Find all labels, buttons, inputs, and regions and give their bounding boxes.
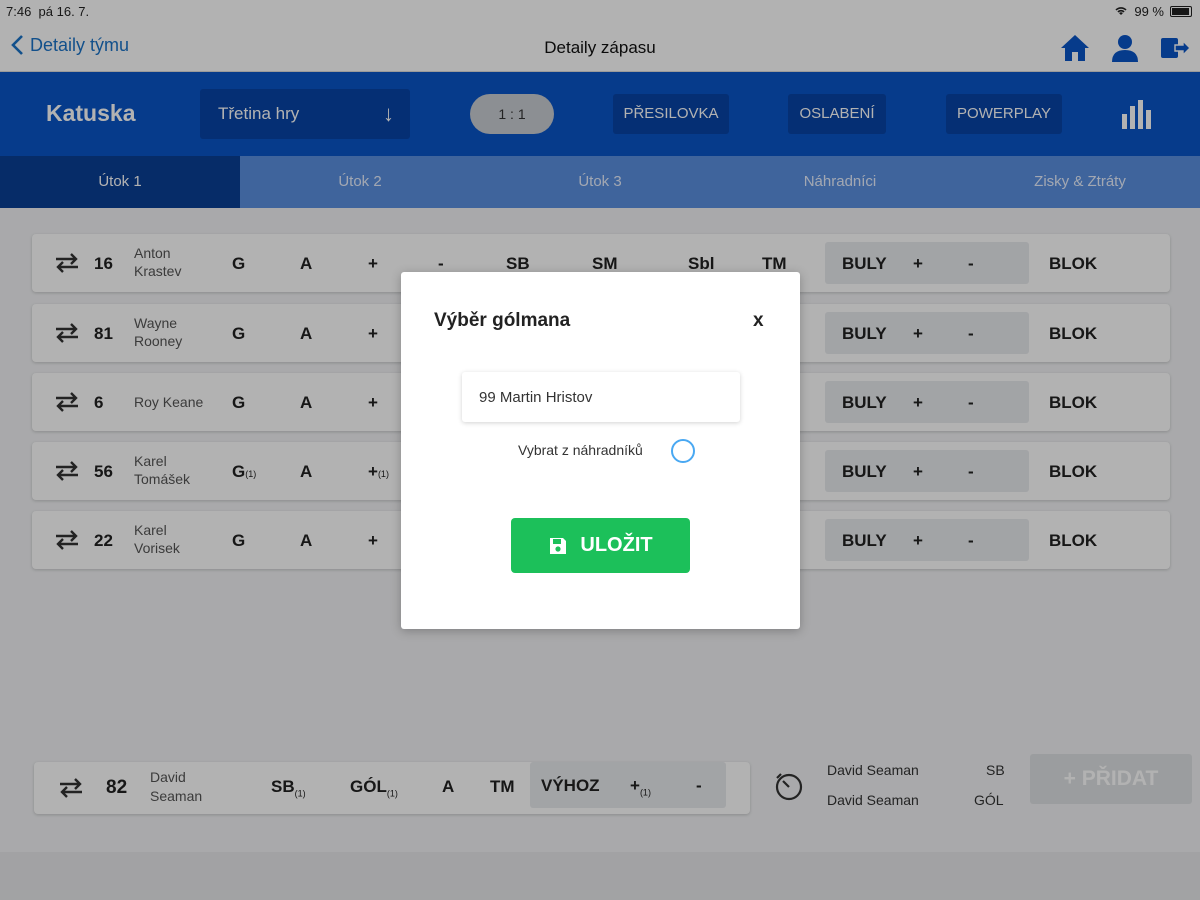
floppy-disk-icon <box>550 537 567 554</box>
dialog-title: Výběr gólmana <box>434 310 571 331</box>
close-button[interactable]: x <box>753 310 764 332</box>
save-button[interactable]: ULOŽIT <box>511 518 690 573</box>
save-label: ULOŽIT <box>580 534 653 556</box>
substitutes-radio[interactable] <box>671 439 695 463</box>
goalie-select-dialog: Výběr gólmana x 99 Martin Hristov Vybrat… <box>401 272 800 629</box>
goalie-select-field[interactable]: 99 Martin Hristov <box>462 372 740 422</box>
substitutes-label: Vybrat z náhradníků <box>518 442 643 458</box>
